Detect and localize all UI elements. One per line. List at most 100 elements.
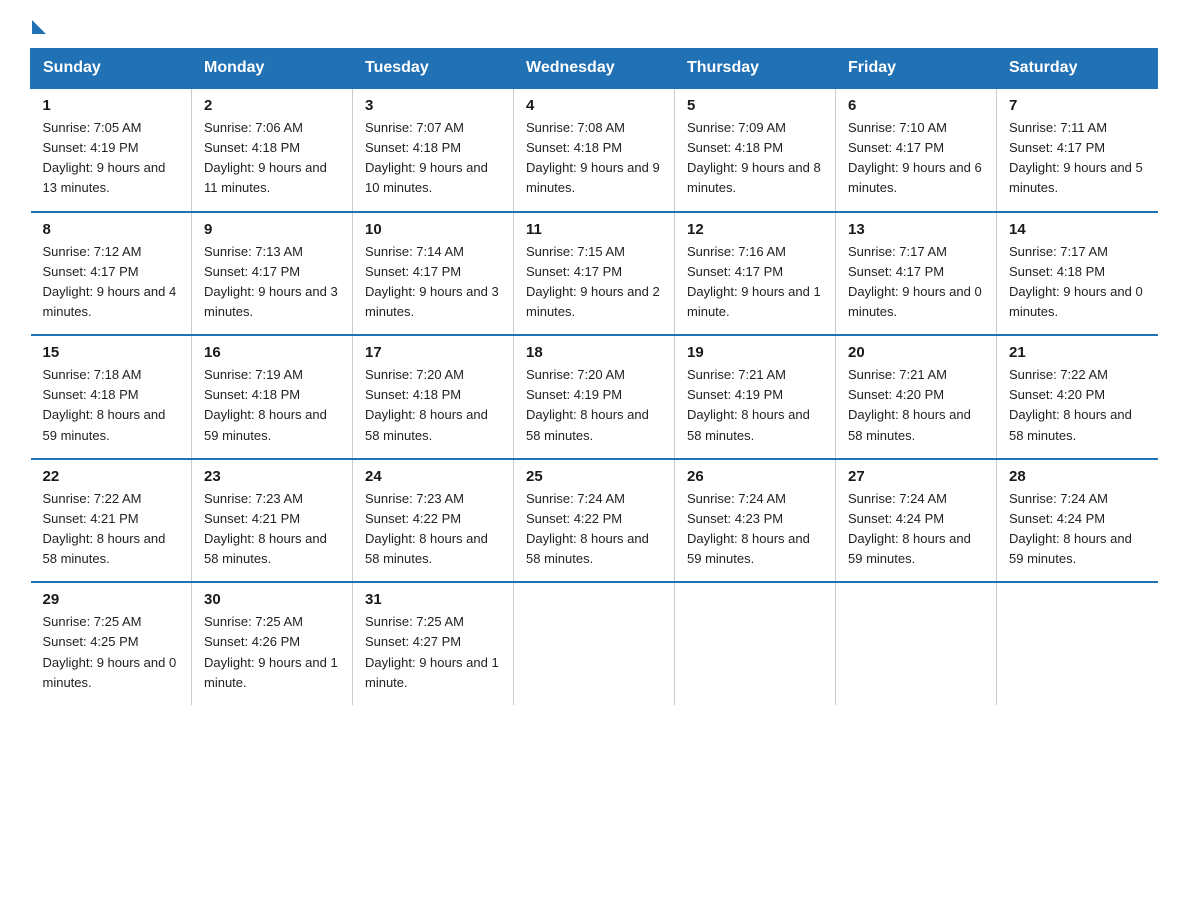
day-number: 18 bbox=[526, 344, 662, 361]
logo bbox=[30, 20, 46, 28]
calendar-cell: 6 Sunrise: 7:10 AMSunset: 4:17 PMDayligh… bbox=[836, 88, 997, 212]
day-number: 10 bbox=[365, 221, 501, 238]
day-number: 19 bbox=[687, 344, 823, 361]
day-number: 22 bbox=[43, 468, 180, 485]
day-number: 3 bbox=[365, 97, 501, 114]
day-number: 20 bbox=[848, 344, 984, 361]
week-row-3: 15 Sunrise: 7:18 AMSunset: 4:18 PMDaylig… bbox=[31, 335, 1158, 459]
day-number: 28 bbox=[1009, 468, 1146, 485]
calendar-cell: 26 Sunrise: 7:24 AMSunset: 4:23 PMDaylig… bbox=[675, 459, 836, 583]
calendar-cell bbox=[514, 582, 675, 705]
calendar-cell: 22 Sunrise: 7:22 AMSunset: 4:21 PMDaylig… bbox=[31, 459, 192, 583]
calendar-cell: 30 Sunrise: 7:25 AMSunset: 4:26 PMDaylig… bbox=[192, 582, 353, 705]
day-info: Sunrise: 7:24 AMSunset: 4:22 PMDaylight:… bbox=[526, 489, 662, 570]
day-number: 31 bbox=[365, 591, 501, 608]
day-info: Sunrise: 7:11 AMSunset: 4:17 PMDaylight:… bbox=[1009, 118, 1146, 199]
calendar-cell: 12 Sunrise: 7:16 AMSunset: 4:17 PMDaylig… bbox=[675, 212, 836, 336]
calendar-cell bbox=[997, 582, 1158, 705]
day-info: Sunrise: 7:21 AMSunset: 4:19 PMDaylight:… bbox=[687, 365, 823, 446]
day-info: Sunrise: 7:19 AMSunset: 4:18 PMDaylight:… bbox=[204, 365, 340, 446]
calendar-cell bbox=[675, 582, 836, 705]
day-info: Sunrise: 7:24 AMSunset: 4:24 PMDaylight:… bbox=[1009, 489, 1146, 570]
header-tuesday: Tuesday bbox=[353, 49, 514, 89]
day-number: 16 bbox=[204, 344, 340, 361]
header-friday: Friday bbox=[836, 49, 997, 89]
day-number: 14 bbox=[1009, 221, 1146, 238]
day-info: Sunrise: 7:16 AMSunset: 4:17 PMDaylight:… bbox=[687, 242, 823, 323]
day-number: 24 bbox=[365, 468, 501, 485]
calendar-cell: 24 Sunrise: 7:23 AMSunset: 4:22 PMDaylig… bbox=[353, 459, 514, 583]
day-number: 13 bbox=[848, 221, 984, 238]
day-info: Sunrise: 7:23 AMSunset: 4:21 PMDaylight:… bbox=[204, 489, 340, 570]
day-number: 11 bbox=[526, 221, 662, 238]
day-info: Sunrise: 7:07 AMSunset: 4:18 PMDaylight:… bbox=[365, 118, 501, 199]
calendar-cell: 25 Sunrise: 7:24 AMSunset: 4:22 PMDaylig… bbox=[514, 459, 675, 583]
calendar-cell: 18 Sunrise: 7:20 AMSunset: 4:19 PMDaylig… bbox=[514, 335, 675, 459]
day-info: Sunrise: 7:24 AMSunset: 4:24 PMDaylight:… bbox=[848, 489, 984, 570]
calendar-cell: 5 Sunrise: 7:09 AMSunset: 4:18 PMDayligh… bbox=[675, 88, 836, 212]
day-number: 6 bbox=[848, 97, 984, 114]
calendar-cell: 28 Sunrise: 7:24 AMSunset: 4:24 PMDaylig… bbox=[997, 459, 1158, 583]
day-number: 21 bbox=[1009, 344, 1146, 361]
day-info: Sunrise: 7:24 AMSunset: 4:23 PMDaylight:… bbox=[687, 489, 823, 570]
day-info: Sunrise: 7:22 AMSunset: 4:20 PMDaylight:… bbox=[1009, 365, 1146, 446]
calendar-cell: 20 Sunrise: 7:21 AMSunset: 4:20 PMDaylig… bbox=[836, 335, 997, 459]
week-row-5: 29 Sunrise: 7:25 AMSunset: 4:25 PMDaylig… bbox=[31, 582, 1158, 705]
header-thursday: Thursday bbox=[675, 49, 836, 89]
day-info: Sunrise: 7:23 AMSunset: 4:22 PMDaylight:… bbox=[365, 489, 501, 570]
day-number: 15 bbox=[43, 344, 180, 361]
day-number: 26 bbox=[687, 468, 823, 485]
day-number: 23 bbox=[204, 468, 340, 485]
calendar-cell: 1 Sunrise: 7:05 AMSunset: 4:19 PMDayligh… bbox=[31, 88, 192, 212]
page-header bbox=[30, 20, 1158, 28]
day-info: Sunrise: 7:10 AMSunset: 4:17 PMDaylight:… bbox=[848, 118, 984, 199]
day-info: Sunrise: 7:08 AMSunset: 4:18 PMDaylight:… bbox=[526, 118, 662, 199]
calendar-cell: 4 Sunrise: 7:08 AMSunset: 4:18 PMDayligh… bbox=[514, 88, 675, 212]
logo-general bbox=[30, 20, 46, 32]
calendar-cell: 8 Sunrise: 7:12 AMSunset: 4:17 PMDayligh… bbox=[31, 212, 192, 336]
day-info: Sunrise: 7:21 AMSunset: 4:20 PMDaylight:… bbox=[848, 365, 984, 446]
day-info: Sunrise: 7:09 AMSunset: 4:18 PMDaylight:… bbox=[687, 118, 823, 199]
day-info: Sunrise: 7:05 AMSunset: 4:19 PMDaylight:… bbox=[43, 118, 180, 199]
week-row-4: 22 Sunrise: 7:22 AMSunset: 4:21 PMDaylig… bbox=[31, 459, 1158, 583]
header-wednesday: Wednesday bbox=[514, 49, 675, 89]
calendar-cell bbox=[836, 582, 997, 705]
day-number: 7 bbox=[1009, 97, 1146, 114]
logo-arrow-icon bbox=[32, 20, 46, 34]
calendar-cell: 9 Sunrise: 7:13 AMSunset: 4:17 PMDayligh… bbox=[192, 212, 353, 336]
day-info: Sunrise: 7:18 AMSunset: 4:18 PMDaylight:… bbox=[43, 365, 180, 446]
calendar-header-row: SundayMondayTuesdayWednesdayThursdayFrid… bbox=[31, 49, 1158, 89]
day-info: Sunrise: 7:17 AMSunset: 4:18 PMDaylight:… bbox=[1009, 242, 1146, 323]
calendar-cell: 11 Sunrise: 7:15 AMSunset: 4:17 PMDaylig… bbox=[514, 212, 675, 336]
calendar-cell: 10 Sunrise: 7:14 AMSunset: 4:17 PMDaylig… bbox=[353, 212, 514, 336]
calendar-cell: 17 Sunrise: 7:20 AMSunset: 4:18 PMDaylig… bbox=[353, 335, 514, 459]
day-number: 17 bbox=[365, 344, 501, 361]
day-number: 25 bbox=[526, 468, 662, 485]
calendar-cell: 31 Sunrise: 7:25 AMSunset: 4:27 PMDaylig… bbox=[353, 582, 514, 705]
calendar-table: SundayMondayTuesdayWednesdayThursdayFrid… bbox=[30, 48, 1158, 705]
week-row-2: 8 Sunrise: 7:12 AMSunset: 4:17 PMDayligh… bbox=[31, 212, 1158, 336]
day-info: Sunrise: 7:06 AMSunset: 4:18 PMDaylight:… bbox=[204, 118, 340, 199]
calendar-cell: 13 Sunrise: 7:17 AMSunset: 4:17 PMDaylig… bbox=[836, 212, 997, 336]
day-info: Sunrise: 7:25 AMSunset: 4:26 PMDaylight:… bbox=[204, 612, 340, 693]
calendar-cell: 3 Sunrise: 7:07 AMSunset: 4:18 PMDayligh… bbox=[353, 88, 514, 212]
day-number: 4 bbox=[526, 97, 662, 114]
calendar-cell: 2 Sunrise: 7:06 AMSunset: 4:18 PMDayligh… bbox=[192, 88, 353, 212]
day-info: Sunrise: 7:17 AMSunset: 4:17 PMDaylight:… bbox=[848, 242, 984, 323]
day-info: Sunrise: 7:25 AMSunset: 4:27 PMDaylight:… bbox=[365, 612, 501, 693]
calendar-cell: 23 Sunrise: 7:23 AMSunset: 4:21 PMDaylig… bbox=[192, 459, 353, 583]
calendar-cell: 7 Sunrise: 7:11 AMSunset: 4:17 PMDayligh… bbox=[997, 88, 1158, 212]
calendar-cell: 19 Sunrise: 7:21 AMSunset: 4:19 PMDaylig… bbox=[675, 335, 836, 459]
day-number: 12 bbox=[687, 221, 823, 238]
day-info: Sunrise: 7:14 AMSunset: 4:17 PMDaylight:… bbox=[365, 242, 501, 323]
calendar-cell: 15 Sunrise: 7:18 AMSunset: 4:18 PMDaylig… bbox=[31, 335, 192, 459]
calendar-cell: 29 Sunrise: 7:25 AMSunset: 4:25 PMDaylig… bbox=[31, 582, 192, 705]
day-info: Sunrise: 7:13 AMSunset: 4:17 PMDaylight:… bbox=[204, 242, 340, 323]
day-info: Sunrise: 7:15 AMSunset: 4:17 PMDaylight:… bbox=[526, 242, 662, 323]
day-info: Sunrise: 7:25 AMSunset: 4:25 PMDaylight:… bbox=[43, 612, 180, 693]
day-number: 27 bbox=[848, 468, 984, 485]
calendar-cell: 21 Sunrise: 7:22 AMSunset: 4:20 PMDaylig… bbox=[997, 335, 1158, 459]
day-number: 9 bbox=[204, 221, 340, 238]
day-number: 29 bbox=[43, 591, 180, 608]
day-number: 1 bbox=[43, 97, 180, 114]
